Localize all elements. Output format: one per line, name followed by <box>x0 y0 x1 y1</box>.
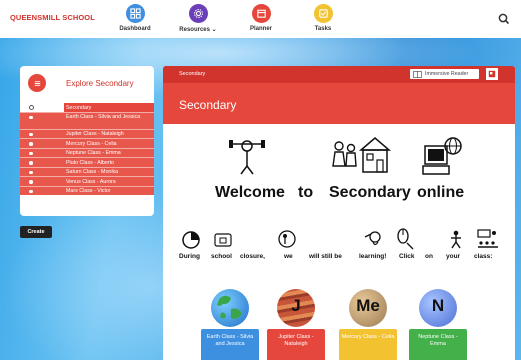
school-building-icon <box>331 136 393 181</box>
bullet-icon <box>29 115 33 119</box>
radio-icon <box>28 105 34 111</box>
planet-letter: J <box>291 296 301 315</box>
sentence-word: we <box>284 253 293 260</box>
breadcrumb[interactable]: Secondary <box>179 71 205 77</box>
sentence-word: your <box>446 253 461 260</box>
nav-label: Resources <box>179 27 210 33</box>
calendar-icon <box>251 4 271 23</box>
sentence-word: closure, <box>240 253 265 260</box>
content-toolbar: Secondary Immersive Reader <box>163 66 515 83</box>
bullet-icon <box>29 180 33 184</box>
menu-icon[interactable] <box>28 74 46 92</box>
sentence-word: class: <box>474 253 493 260</box>
bullet-icon <box>29 161 33 165</box>
sentence-word: Click <box>399 253 415 260</box>
nav-planner[interactable]: Planner <box>231 4 291 32</box>
nav-resources[interactable]: Resources ⌄ <box>168 4 228 33</box>
sidebar-item-venus[interactable]: Venus Class - Aurora <box>20 176 154 186</box>
class-label: Neptune Class - Emma <box>409 329 467 360</box>
chevron-down-icon: ⌄ <box>211 27 217 33</box>
class-card-mercury[interactable]: Me Mercury Class - Celia <box>339 289 397 360</box>
sidebar-item-mars[interactable]: Mars Class - Victor <box>20 185 154 195</box>
sidebar-item-jupiter[interactable]: Jupiter Class - Nataleigh <box>20 128 154 138</box>
checklist-icon <box>313 4 333 23</box>
sidebar-item-secondary[interactable]: Secondary <box>20 102 154 112</box>
jupiter-planet-icon: J <box>277 289 315 327</box>
school-name[interactable]: QUEENSMILL SCHOOL <box>10 13 95 22</box>
sentence-word: on <box>425 253 433 260</box>
planet-letter: Me <box>356 296 380 315</box>
people-icon <box>277 229 297 254</box>
class-card-earth[interactable]: Earth Class - Silvia and Jessica <box>201 289 259 360</box>
welcome-word: to <box>298 184 314 201</box>
sidebar-item-pluto[interactable]: Pluto Class - Alberto <box>20 157 154 167</box>
school-sign-icon <box>213 232 233 253</box>
bullet-icon <box>29 189 33 193</box>
welcome-word: online <box>417 184 465 201</box>
class-label: Jupiter Class - Nataleigh <box>267 329 325 360</box>
computer-globe-icon <box>421 136 463 183</box>
sidebar-title: Explore Secondary <box>66 79 134 88</box>
sidebar-item-saturn[interactable]: Saturn Class - Monika <box>20 166 154 176</box>
create-button[interactable]: Create <box>20 226 52 238</box>
top-navigation: QUEENSMILL SCHOOL Dashboard Resources ⌄ … <box>0 0 521 38</box>
class-label: Mercury Class - Celia <box>339 329 397 360</box>
neptune-planet-icon: N <box>419 289 457 327</box>
sentence-word: During <box>179 253 200 260</box>
gear-icon <box>188 4 208 23</box>
weightlifter-icon <box>225 136 269 181</box>
nav-label: Tasks <box>314 26 332 32</box>
welcome-word: Welcome <box>215 184 285 201</box>
sidebar-panel: Explore Secondary Secondary Earth Class … <box>20 66 154 216</box>
bullet-icon <box>29 151 33 155</box>
nav-label: Dashboard <box>119 26 151 32</box>
class-card-jupiter[interactable]: J Jupiter Class - Nataleigh <box>267 289 325 360</box>
learning-icon <box>363 229 385 254</box>
person-icon <box>449 230 463 255</box>
sidebar-header: Explore Secondary <box>20 66 154 102</box>
welcome-word: Secondary <box>329 184 411 201</box>
sidebar-list: Secondary Earth Class - Silvia and Jessi… <box>20 102 154 195</box>
sidebar-item-mercury[interactable]: Mercury Class - Celia <box>20 138 154 148</box>
search-icon[interactable] <box>497 12 511 26</box>
grid-icon <box>125 4 145 23</box>
mercury-planet-icon: Me <box>349 289 387 327</box>
page-title: Secondary <box>179 98 237 112</box>
sentence-word: learning! <box>359 253 387 260</box>
fullscreen-icon[interactable] <box>486 68 498 80</box>
sentence-word: school <box>211 253 232 260</box>
nav-tasks[interactable]: Tasks <box>293 4 353 32</box>
sidebar-item-neptune[interactable]: Neptune Class - Emma <box>20 147 154 157</box>
content-header: Secondary Immersive Reader Secondary <box>163 66 515 124</box>
earth-planet-icon <box>211 289 249 327</box>
sentence-word: will still be <box>309 253 342 260</box>
mouse-click-icon <box>395 227 415 256</box>
bullet-icon <box>29 142 33 146</box>
nav-label: Planner <box>249 26 272 32</box>
content-panel: Secondary Immersive Reader Secondary Wel… <box>163 66 515 360</box>
planet-letter: N <box>431 296 445 315</box>
book-icon <box>413 70 422 78</box>
nav-dashboard[interactable]: Dashboard <box>105 4 165 32</box>
clock-icon <box>181 230 201 255</box>
bullet-icon <box>29 132 33 136</box>
class-card-neptune[interactable]: N Neptune Class - Emma <box>409 289 467 360</box>
classroom-icon <box>476 228 500 255</box>
bullet-icon <box>29 170 33 174</box>
sidebar-item-earth[interactable]: Earth Class - Silvia and Jessica <box>20 111 154 129</box>
class-label: Earth Class - Silvia and Jessica <box>201 329 259 360</box>
immersive-reader-button[interactable]: Immersive Reader <box>410 69 479 79</box>
